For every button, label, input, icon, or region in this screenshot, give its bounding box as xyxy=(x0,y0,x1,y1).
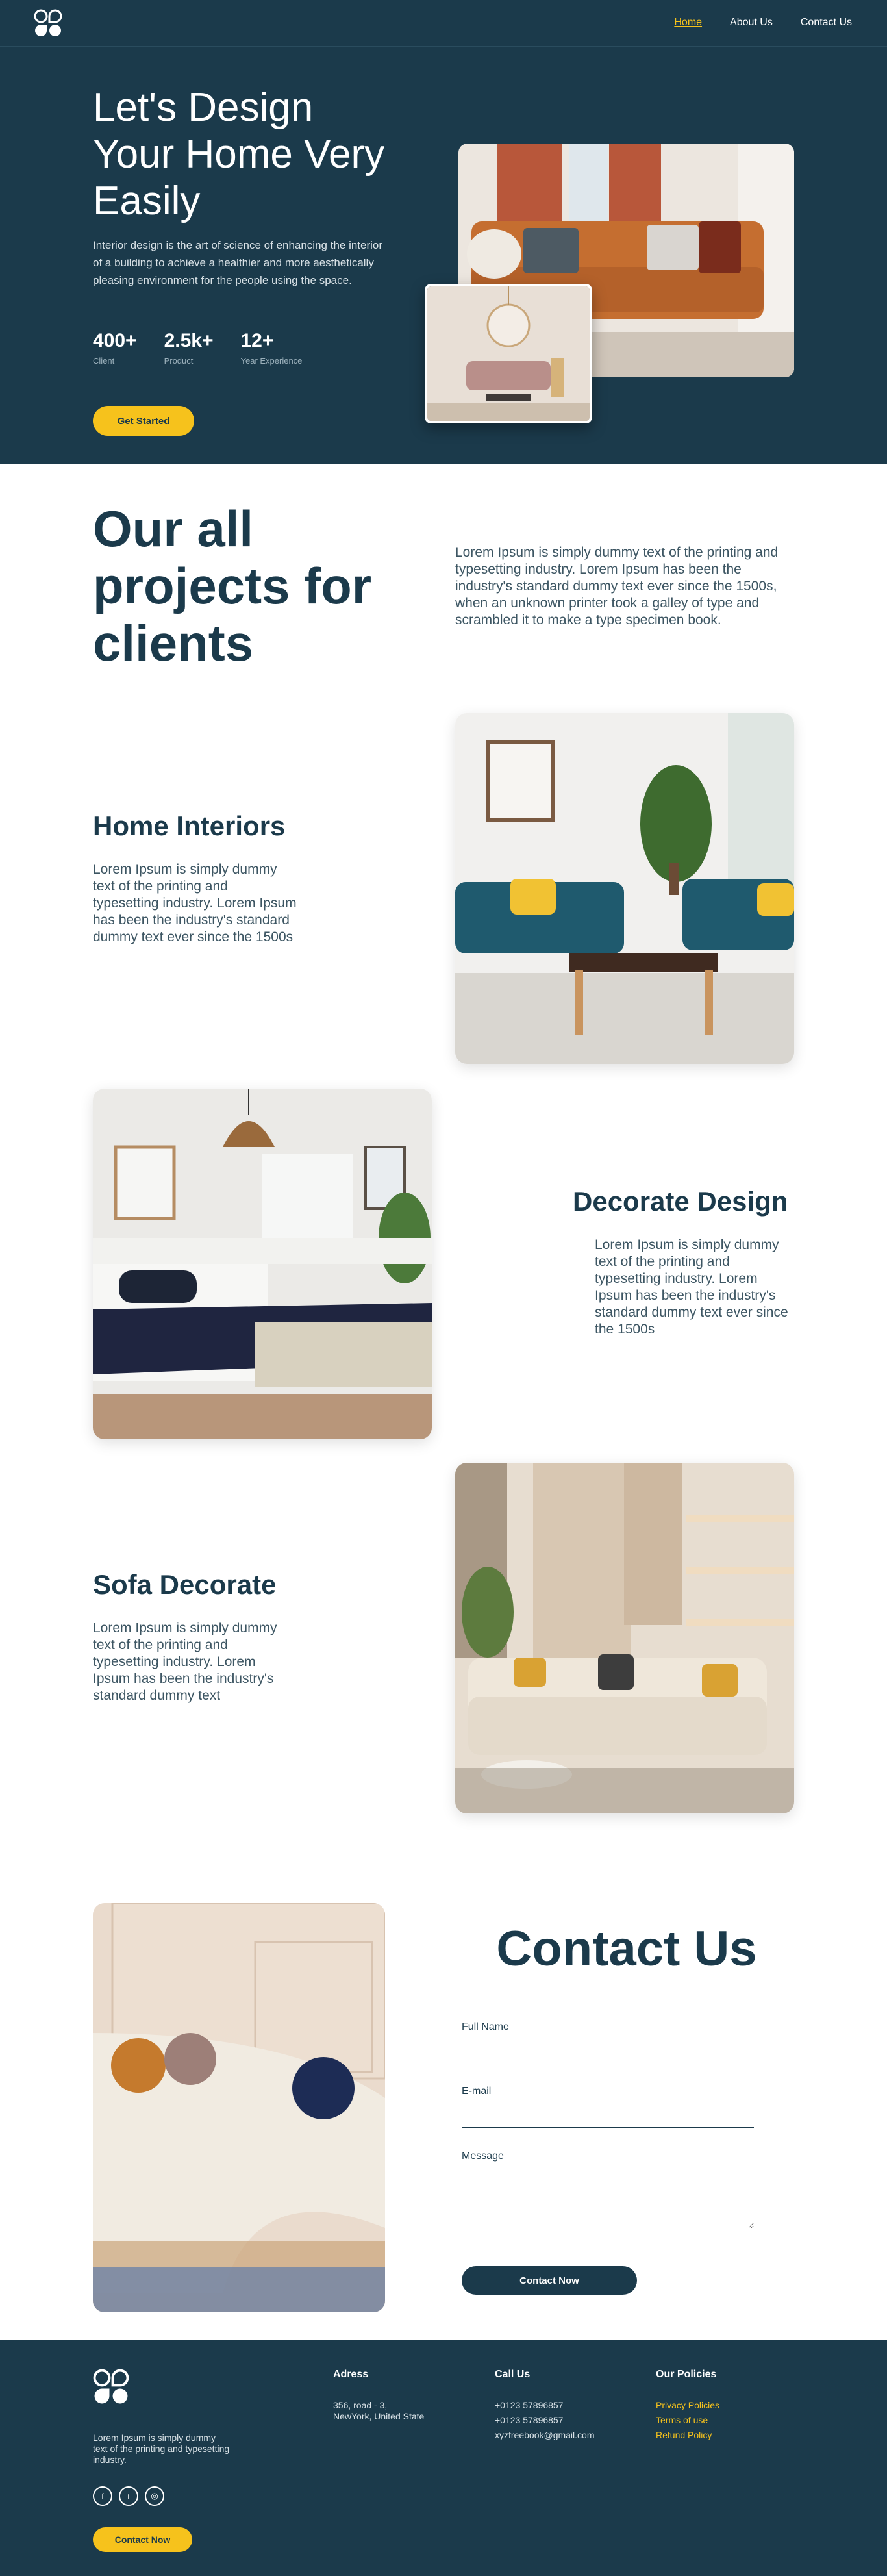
hero-section: Let's Design Your Home Very Easily Inter… xyxy=(0,47,887,464)
message-label: Message xyxy=(462,2151,504,2162)
email-underline xyxy=(462,2127,754,2128)
twitter-icon[interactable]: t xyxy=(119,2486,138,2506)
email-label: E-mail xyxy=(462,2086,492,2097)
footer-policies-column: Our Policies Privacy Policies Terms of u… xyxy=(656,2369,719,2443)
footer-logo-icon[interactable] xyxy=(93,2369,129,2405)
feature-decorate-design-description: Lorem Ipsum is simply dummy text of the … xyxy=(595,1237,788,1337)
instagram-icon[interactable]: ◎ xyxy=(145,2486,164,2506)
full-name-input[interactable] xyxy=(462,2041,754,2061)
footer-policies-title: Our Policies xyxy=(656,2369,717,2380)
hero-inset-image xyxy=(425,284,592,423)
terms-of-use-link[interactable]: Terms of use xyxy=(656,2413,719,2428)
nav-home-link[interactable]: Home xyxy=(674,17,702,29)
hero-stats: 400+ Client 2.5k+ Product 12+ Year Exper… xyxy=(93,330,302,366)
footer-phone-1[interactable]: +0123 57896857 xyxy=(495,2398,595,2413)
get-started-button[interactable]: Get Started xyxy=(93,406,194,436)
contact-title: Contact Us xyxy=(496,1921,757,1976)
email-input[interactable] xyxy=(462,2106,754,2126)
footer-address-column: Adress 356, road - 3, NewYork, United St… xyxy=(333,2369,424,2424)
stat-label: Product xyxy=(164,356,194,366)
hero-title: Let's Design Your Home Very Easily xyxy=(93,85,385,223)
hero-description: Interior design is the art of science of… xyxy=(93,239,383,286)
feature-sofa-decorate-image xyxy=(455,1463,794,1813)
nav-contact-link[interactable]: Contact Us xyxy=(801,17,852,29)
facebook-icon[interactable]: f xyxy=(93,2486,112,2506)
stat-label: Client xyxy=(93,356,115,366)
footer-call-title: Call Us xyxy=(495,2369,531,2380)
stat-value: 400+ xyxy=(93,330,137,351)
privacy-policy-link[interactable]: Privacy Policies xyxy=(656,2398,719,2413)
feature-sofa-decorate-title: Sofa Decorate xyxy=(93,1569,277,1600)
feature-home-interiors-image xyxy=(455,713,794,1064)
feature-home-interiors-title: Home Interiors xyxy=(93,811,286,841)
stat-value: 12+ xyxy=(240,330,274,351)
footer-address-title: Adress xyxy=(333,2369,369,2380)
feature-decorate-design-image xyxy=(93,1089,432,1439)
footer: Lorem Ipsum is simply dummy text of the … xyxy=(0,2340,887,2576)
logo-icon[interactable] xyxy=(34,9,62,38)
stat-experience: 12+ Year Experience xyxy=(241,330,303,366)
nav-links: Home About Us Contact Us xyxy=(674,17,852,29)
footer-address-line: NewYork, United State xyxy=(333,2411,425,2421)
feature-sofa-decorate-description: Lorem Ipsum is simply dummy text of the … xyxy=(93,1621,277,1703)
feature-home-interiors-description: Lorem Ipsum is simply dummy text of the … xyxy=(93,862,297,944)
message-textarea[interactable] xyxy=(462,2171,754,2229)
top-nav: Home About Us Contact Us xyxy=(0,0,887,47)
stat-value: 2.5k+ xyxy=(164,330,214,351)
footer-about-text: Lorem Ipsum is simply dummy text of the … xyxy=(93,2432,230,2465)
feature-decorate-design-title: Decorate Design xyxy=(573,1186,788,1217)
stat-label: Year Experience xyxy=(240,356,303,366)
stat-clients: 400+ Client xyxy=(93,330,137,366)
footer-email[interactable]: xyzfreebook@gmail.com xyxy=(495,2428,595,2443)
refund-policy-link[interactable]: Refund Policy xyxy=(656,2428,719,2443)
nav-about-link[interactable]: About Us xyxy=(730,17,773,29)
projects-title: Our all projects for clients xyxy=(93,500,372,672)
stat-products: 2.5k+ Product xyxy=(164,330,214,366)
full-name-label: Full Name xyxy=(462,2021,509,2032)
contact-submit-button[interactable]: Contact Now xyxy=(462,2266,637,2295)
footer-call-column: Call Us +0123 57896857 +0123 57896857 xy… xyxy=(495,2369,595,2443)
footer-contact-button[interactable]: Contact Now xyxy=(93,2527,192,2552)
footer-phone-2[interactable]: +0123 57896857 xyxy=(495,2413,595,2428)
contact-sofa-image xyxy=(93,1903,385,2312)
social-links: f t ◎ xyxy=(93,2486,164,2506)
projects-description: Lorem Ipsum is simply dummy text of the … xyxy=(455,545,779,627)
